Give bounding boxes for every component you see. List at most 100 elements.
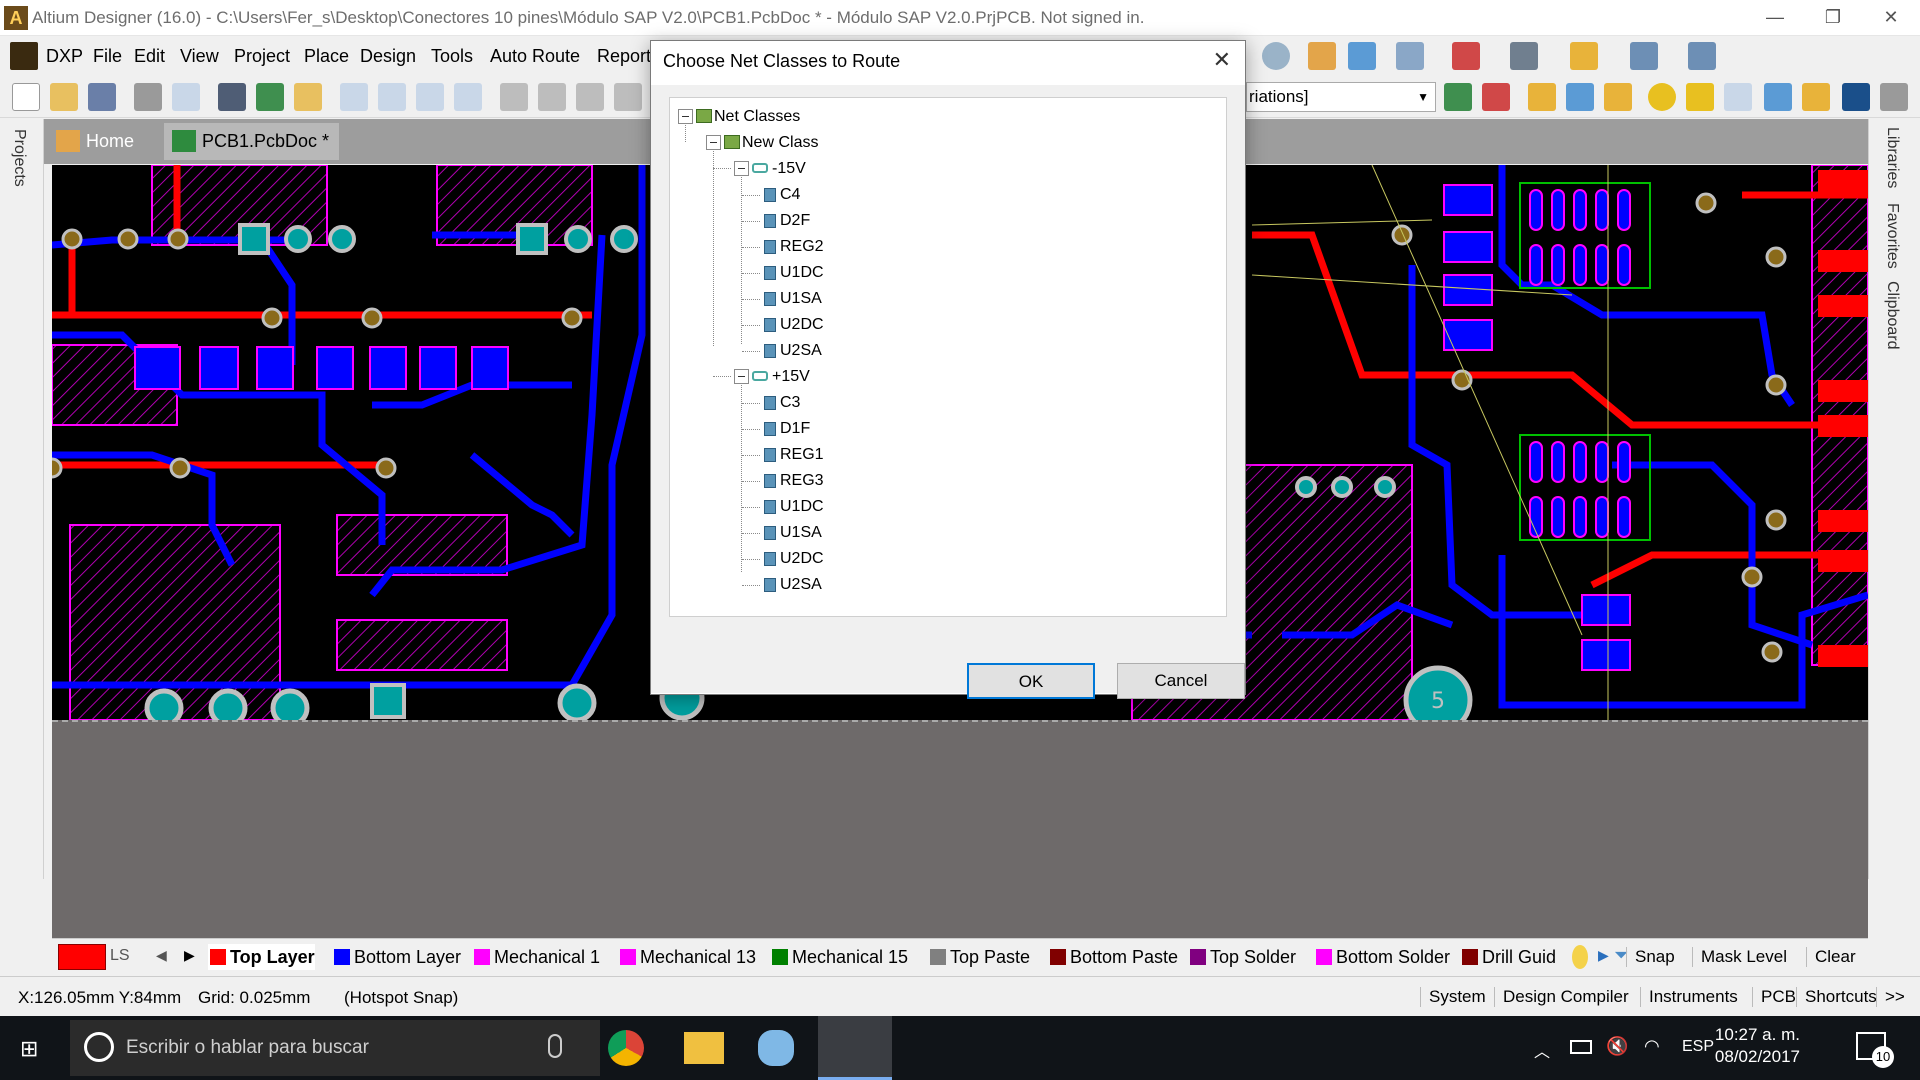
interactive-route-icon[interactable] [1528, 83, 1556, 111]
tree-node-net[interactable]: D2F [742, 208, 810, 234]
cut-icon[interactable] [500, 83, 528, 111]
windows-start-icon[interactable]: ⊞ [20, 1038, 44, 1060]
show-hidden-icons-icon[interactable]: ︿ [1534, 1038, 1550, 1062]
clear-button[interactable]: Clear [1806, 947, 1864, 967]
menu-dxp[interactable]: DXP [46, 46, 83, 67]
layer-tab[interactable]: Mechanical 13 [618, 944, 756, 970]
variations-combo[interactable]: riations] ▼ [1246, 82, 1436, 112]
home-icon[interactable] [1308, 42, 1336, 70]
dialog-close-icon[interactable]: ✕ [1213, 47, 1231, 73]
tree-node-net[interactable]: U2DC [742, 546, 824, 572]
layer-color-icon[interactable] [1572, 945, 1588, 969]
layer-scroll-right-icon[interactable]: ▶ [184, 947, 195, 964]
place-fill-icon[interactable] [1764, 83, 1792, 111]
volume-muted-icon[interactable]: 🔇 [1606, 1036, 1628, 1057]
battery-icon[interactable] [1570, 1040, 1592, 1054]
board-icon[interactable] [218, 83, 246, 111]
diff-pair-route-icon[interactable] [1604, 83, 1632, 111]
menu-auto-route[interactable]: Auto Route [490, 46, 580, 67]
layer-tab[interactable]: Bottom Layer [332, 944, 461, 970]
file-explorer-icon[interactable] [684, 1032, 724, 1064]
measure-tool-icon[interactable] [1570, 42, 1598, 70]
layer-next-icon[interactable]: ▶ [1598, 947, 1609, 964]
net-color-icon[interactable] [1444, 83, 1472, 111]
tree-node-net[interactable]: REG2 [742, 234, 824, 260]
new-file-icon[interactable] [12, 83, 40, 111]
net-class-tree[interactable]: Net Classes New Class -15V C4 D2F REG2 U1DC U… [669, 97, 1227, 617]
chrome-icon[interactable] [608, 1030, 644, 1066]
menu-tools[interactable]: Tools [431, 46, 473, 67]
menu-report[interactable]: Report [597, 46, 651, 67]
grid-icon[interactable] [1688, 42, 1716, 70]
tree-node-new-class[interactable]: New Class [706, 130, 818, 156]
panel-instruments-button[interactable]: Instruments [1640, 987, 1746, 1007]
taskbar-search-box[interactable]: Escribir o hablar para buscar [70, 1020, 600, 1076]
action-center-icon[interactable]: 10 [1856, 1032, 1894, 1068]
layer-tab[interactable]: Mechanical 1 [472, 944, 600, 970]
layer-tab[interactable]: Top Paste [928, 944, 1030, 970]
menu-view[interactable]: View [180, 46, 219, 67]
component-icon[interactable] [256, 83, 284, 111]
copy-icon[interactable] [538, 83, 566, 111]
clipboard-panel-tab[interactable]: Clipboard [1883, 281, 1901, 349]
projects-panel-tab[interactable]: Projects [10, 129, 28, 187]
favorites-panel-tab[interactable]: Favorites [1883, 203, 1901, 269]
tree-node-net[interactable]: U2SA [742, 338, 822, 364]
place-polygon-icon[interactable] [1802, 83, 1830, 111]
close-window-button[interactable]: ✕ [1862, 0, 1920, 36]
clear-filter-icon[interactable] [1482, 83, 1510, 111]
select-tool-icon[interactable] [1396, 42, 1424, 70]
collapse-icon[interactable] [734, 161, 749, 176]
tree-node-net[interactable]: U1DC [742, 260, 824, 286]
layer-scroll-left-icon[interactable]: ◀ [156, 947, 167, 964]
taskbar-clock[interactable]: 10:27 a. m. 08/02/2017 [1715, 1024, 1800, 1068]
tree-node-net[interactable]: U2SA [742, 572, 822, 598]
tree-node-net[interactable]: U1SA [742, 286, 822, 312]
layer-tab[interactable]: Mechanical 15 [770, 944, 908, 970]
zoom-selected-icon[interactable] [416, 83, 444, 111]
tree-node-net[interactable]: U2DC [742, 312, 824, 338]
tab-home[interactable]: Home [48, 123, 160, 160]
collapse-icon[interactable] [734, 369, 749, 384]
collapse-icon[interactable] [678, 109, 693, 124]
panel-shortcuts-button[interactable]: Shortcuts [1796, 987, 1885, 1007]
align-tool-icon[interactable] [1452, 42, 1480, 70]
tree-node-net[interactable]: REG1 [742, 442, 824, 468]
layer-tab[interactable]: Bottom Solder [1314, 944, 1450, 970]
rubber-stamp-icon[interactable] [614, 83, 642, 111]
find-components-icon[interactable] [1510, 42, 1538, 70]
layer-tab[interactable]: Drill Guid [1460, 944, 1556, 970]
tree-node-net-class[interactable]: +15V [734, 364, 810, 390]
zoom-filter-icon[interactable] [454, 83, 482, 111]
libraries-panel-tab[interactable]: Libraries [1883, 127, 1901, 188]
save-icon[interactable] [88, 83, 116, 111]
place-pad-icon[interactable] [1648, 83, 1676, 111]
print-preview-icon[interactable] [172, 83, 200, 111]
place-string-icon[interactable] [1842, 83, 1870, 111]
tree-node-net-classes[interactable]: Net Classes [678, 104, 800, 130]
cancel-button[interactable]: Cancel [1117, 663, 1245, 699]
tree-node-net[interactable]: C4 [742, 182, 800, 208]
place-via-icon[interactable] [1686, 83, 1714, 111]
paint-icon[interactable] [758, 1030, 794, 1066]
open-file-icon[interactable] [50, 83, 78, 111]
menu-design[interactable]: Design [360, 46, 416, 67]
route-multiple-icon[interactable] [1566, 83, 1594, 111]
navigate-forward-icon[interactable] [1262, 42, 1290, 70]
refresh-icon[interactable] [1348, 42, 1376, 70]
zoom-area-icon[interactable] [378, 83, 406, 111]
dxp-logo-icon[interactable] [10, 42, 38, 70]
menu-edit[interactable]: Edit [134, 46, 165, 67]
panel-design-compiler-button[interactable]: Design Compiler [1494, 987, 1637, 1007]
menu-project[interactable]: Project [234, 46, 290, 67]
tree-node-net[interactable]: REG3 [742, 468, 824, 494]
language-indicator[interactable]: ESP [1682, 1038, 1714, 1056]
snap-button[interactable]: Snap [1626, 947, 1683, 967]
tree-node-net-class[interactable]: -15V [734, 156, 806, 182]
layer-tab[interactable]: Top Solder [1188, 944, 1296, 970]
restore-button[interactable]: ❐ [1804, 0, 1862, 36]
tree-node-net[interactable]: U1DC [742, 494, 824, 520]
panel-more-button[interactable]: >> [1876, 987, 1913, 1007]
menu-place[interactable]: Place [304, 46, 349, 67]
altium-taskbar-icon[interactable] [818, 1016, 892, 1080]
